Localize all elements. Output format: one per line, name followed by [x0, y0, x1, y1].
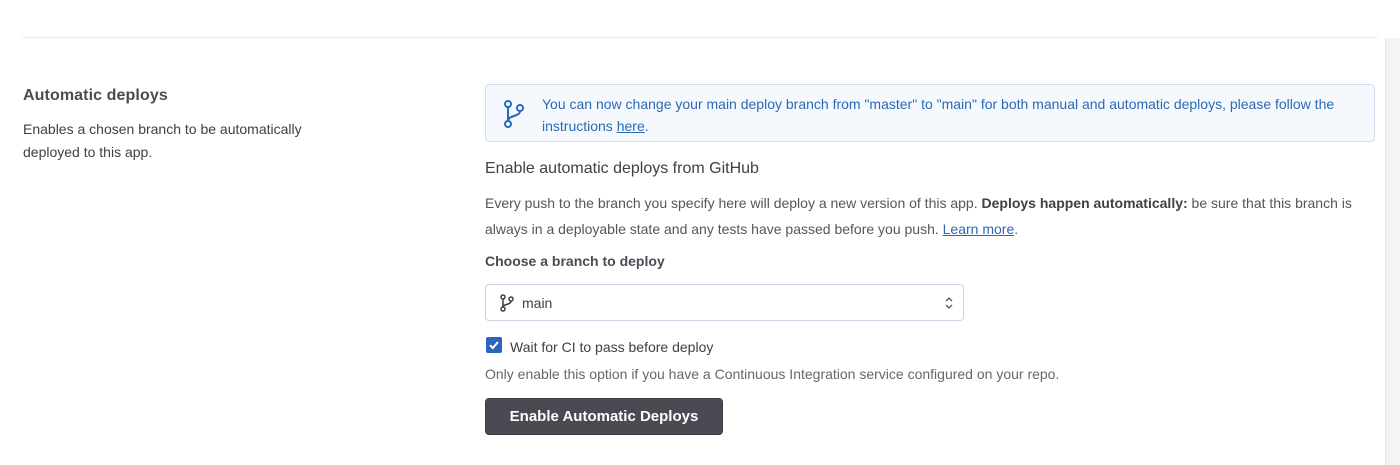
section-description: Enables a chosen branch to be automatica… — [23, 121, 302, 160]
section-title: Automatic deploys — [23, 87, 168, 104]
git-branch-icon — [500, 294, 514, 312]
github-desc-bold: Deploys happen automatically: — [981, 195, 1188, 211]
section-divider — [22, 37, 1378, 38]
github-heading: Enable automatic deploys from GitHub — [485, 160, 759, 177]
branch-select-label: Choose a branch to deploy — [485, 253, 665, 269]
section-info: Automatic deploys Enables a chosen branc… — [23, 84, 423, 164]
wait-for-ci-checkbox[interactable] — [486, 337, 502, 353]
notice-text-end: . — [644, 118, 649, 134]
checkmark-icon — [489, 341, 499, 350]
git-branch-icon — [504, 100, 524, 128]
notice-here-link[interactable]: here — [617, 118, 645, 134]
page-scrollbar[interactable] — [1385, 38, 1400, 465]
top-area — [0, 0, 1400, 36]
github-desc-end: . — [1014, 221, 1019, 237]
enable-automatic-deploys-button[interactable]: Enable Automatic Deploys — [485, 398, 723, 435]
notice-text: You can now change your main deploy bran… — [542, 96, 1335, 134]
automatic-deploys-panel: You can now change your main deploy bran… — [485, 84, 1375, 435]
ci-help-text: Only enable this option if you have a Co… — [485, 366, 1060, 382]
branch-select-value: main — [522, 295, 553, 311]
github-description: Every push to the branch you specify her… — [485, 190, 1375, 242]
branch-rename-notice: You can now change your main deploy bran… — [485, 84, 1375, 142]
wait-for-ci-label[interactable]: Wait for CI to pass before deploy — [510, 338, 713, 356]
learn-more-link[interactable]: Learn more — [943, 221, 1015, 237]
chevron-up-down-icon — [945, 297, 953, 309]
branch-select[interactable]: main — [485, 284, 964, 321]
wait-for-ci-row: Wait for CI to pass before deploy — [485, 337, 1375, 358]
github-desc-text: Every push to the branch you specify her… — [485, 195, 982, 211]
